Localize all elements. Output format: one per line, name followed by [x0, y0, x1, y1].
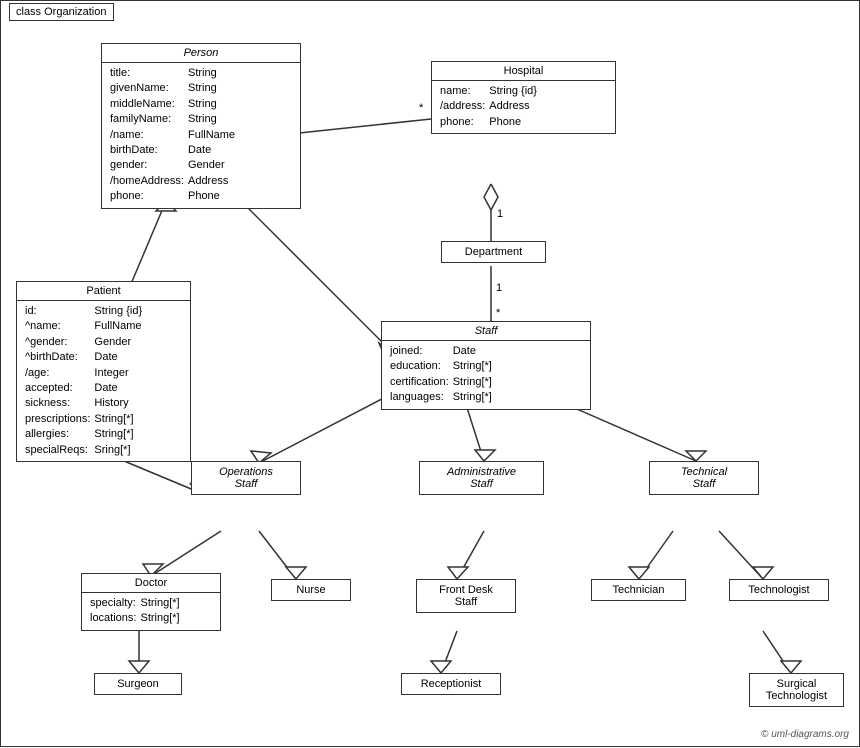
svg-text:*: *: [419, 102, 424, 114]
class-staff: Staff joined:Date education:String[*] ce…: [381, 321, 591, 410]
class-person-body: title:String givenName:String middleName…: [102, 63, 300, 208]
svg-text:1: 1: [496, 282, 502, 294]
class-technologist: Technologist: [729, 579, 829, 601]
class-operations-staff: OperationsStaff: [191, 461, 301, 495]
class-nurse: Nurse: [271, 579, 351, 601]
svg-text:*: *: [496, 307, 501, 319]
class-front-desk-staff: Front DeskStaff: [416, 579, 516, 613]
class-patient: Patient id:String {id} ^name:FullName ^g…: [16, 281, 191, 462]
diagram-title: class Organization: [9, 3, 114, 21]
class-doctor-body: specialty:String[*] locations:String[*]: [82, 593, 220, 630]
class-department: Department: [441, 241, 546, 263]
class-staff-body: joined:Date education:String[*] certific…: [382, 341, 590, 409]
class-administrative-staff: AdministrativeStaff: [419, 461, 544, 495]
uml-diagram: class Organization * * 1 * 1 *: [0, 0, 860, 747]
class-hospital-title: Hospital: [432, 62, 615, 81]
class-surgeon: Surgeon: [94, 673, 182, 695]
class-doctor-title: Doctor: [82, 574, 220, 593]
class-patient-body: id:String {id} ^name:FullName ^gender:Ge…: [17, 301, 190, 461]
class-person-title: Person: [102, 44, 300, 63]
class-technician: Technician: [591, 579, 686, 601]
class-person: Person title:String givenName:String mid…: [101, 43, 301, 209]
svg-text:1: 1: [497, 208, 503, 220]
copyright: © uml-diagrams.org: [761, 729, 849, 740]
class-doctor: Doctor specialty:String[*] locations:Str…: [81, 573, 221, 631]
class-staff-title: Staff: [382, 322, 590, 341]
class-receptionist: Receptionist: [401, 673, 501, 695]
class-hospital-body: name:String {id} /address:Address phone:…: [432, 81, 615, 133]
class-technical-staff: TechnicalStaff: [649, 461, 759, 495]
class-surgical-technologist: SurgicalTechnologist: [749, 673, 844, 707]
class-patient-title: Patient: [17, 282, 190, 301]
class-hospital: Hospital name:String {id} /address:Addre…: [431, 61, 616, 134]
